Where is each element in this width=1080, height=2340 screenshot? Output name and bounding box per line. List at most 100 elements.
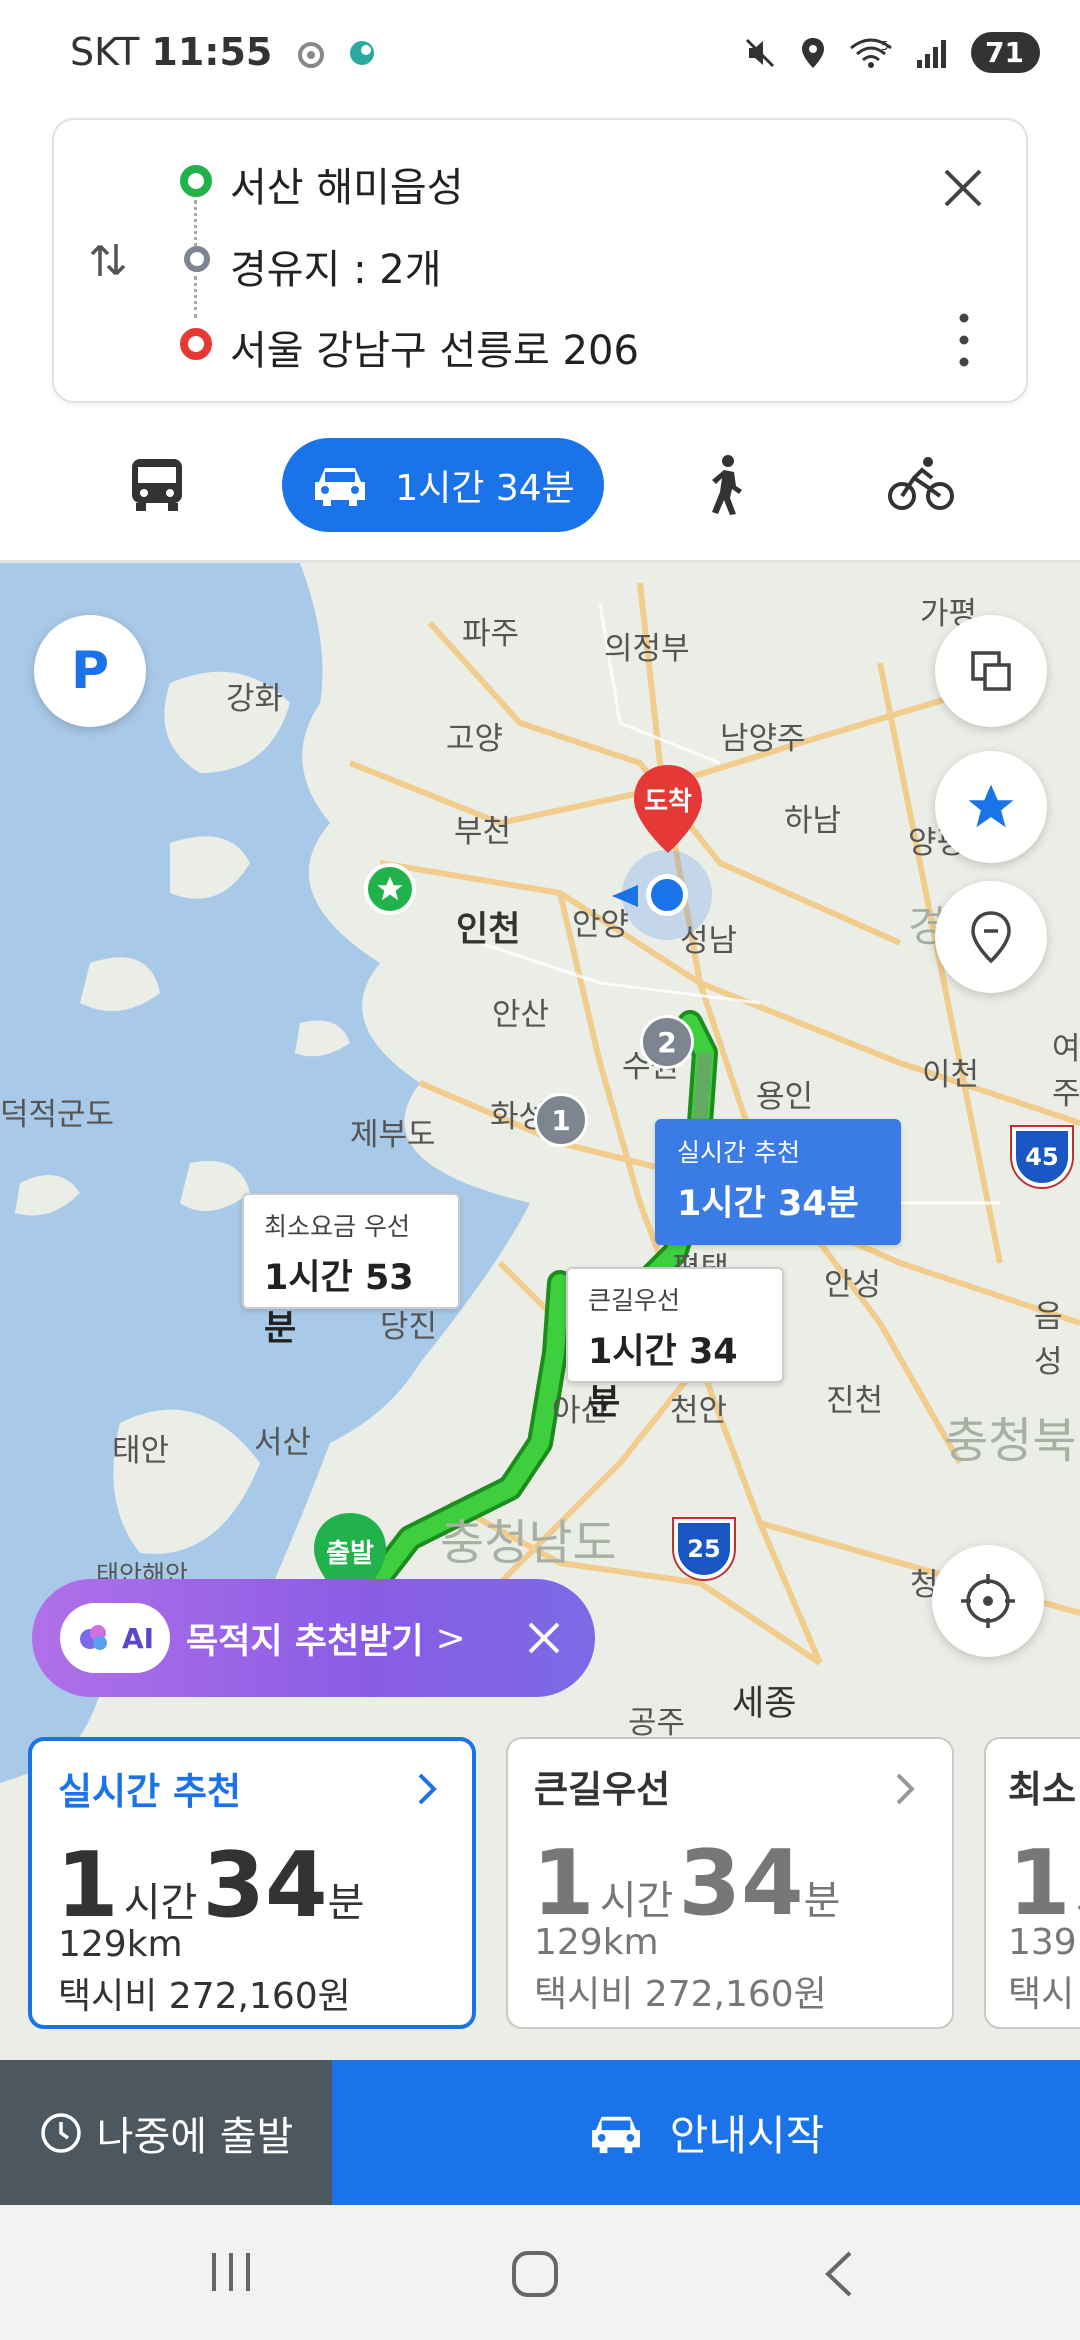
parking-button[interactable]: P <box>34 615 146 727</box>
waypoint-marker-1[interactable]: 1 <box>534 1093 588 1147</box>
chevron-right-icon: > <box>435 1617 466 1659</box>
route-input-card: 서산 해미읍성 경유지 : 2개 서울 강남구 선릉로 206 <box>52 118 1028 403</box>
star-icon <box>377 876 403 901</box>
region-label: 충청남도 <box>440 1515 617 1571</box>
route-card-cheapest[interactable]: 최소 1 시 139k 택시 <box>984 1737 1080 2029</box>
back-icon[interactable] <box>820 2249 856 2299</box>
route-connector-2 <box>194 276 197 318</box>
place-label: 여주 <box>1052 1031 1080 1112</box>
route-bubble-time: 1시간 53분 <box>264 1258 414 1349</box>
route-bubble-label: 큰길우선 <box>588 1286 681 1315</box>
place-label: 덕적군도 <box>0 1097 115 1133</box>
parking-label: P <box>70 641 110 701</box>
origin-field[interactable]: 서산 해미읍성 <box>230 155 464 213</box>
place-label: 서산 <box>254 1425 312 1461</box>
location-pin-icon <box>971 911 1011 964</box>
settings-status-icon <box>298 41 325 68</box>
chevron-right-icon <box>418 1773 437 1805</box>
route-card-duration: 1 시 <box>1008 1831 1080 1936</box>
waypoint-marker-2[interactable]: 2 <box>640 1015 694 1069</box>
layers-icon <box>971 651 1011 691</box>
carrier: SKT <box>70 30 140 74</box>
home-icon[interactable] <box>510 2249 560 2299</box>
route-card-distance: 139k <box>1008 1922 1080 1963</box>
highway-shield: 45 <box>1012 1127 1072 1187</box>
route-bubble-highway[interactable]: 큰길우선 1시간 34분 <box>566 1267 784 1423</box>
depart-later-button[interactable]: 나중에 출발 <box>0 2060 332 2205</box>
recent-apps-icon[interactable] <box>208 2249 254 2295</box>
status-left: SKT 11:55 <box>70 30 379 74</box>
bus-icon[interactable] <box>128 455 186 515</box>
route-bubble-label: 최소요금 우선 <box>264 1212 410 1241</box>
signal-icon <box>917 39 947 68</box>
chat-status-icon <box>349 40 374 65</box>
place-label: 이천 <box>922 1057 980 1093</box>
route-card-title: 큰길우선 <box>534 1768 671 1811</box>
saved-places-button[interactable] <box>935 881 1047 993</box>
layers-button[interactable] <box>935 615 1047 727</box>
place-label: 부천 <box>454 814 512 850</box>
route-card-duration: 1 시간 34분 <box>532 1831 841 1936</box>
route-card-title: 실시간 추천 <box>58 1770 242 1813</box>
depart-later-label: 나중에 출발 <box>96 2113 294 2160</box>
route-bubble-label: 실시간 추천 <box>677 1138 800 1167</box>
place-label: 인천 <box>456 910 521 950</box>
departure-label: 출발 <box>326 1539 374 1569</box>
star-icon <box>968 784 1014 828</box>
route-card-fare: 택시 <box>1008 1974 1075 2015</box>
region-label: 충청북 <box>944 1413 1077 1469</box>
start-navigation-button[interactable]: 안내시작 <box>332 2060 1080 2205</box>
route-bubble-time: 1시간 34분 <box>588 1332 738 1423</box>
status-right: 5 71 <box>743 32 1040 73</box>
place-label: 안성 <box>824 1267 882 1303</box>
route-card-title: 최소 <box>1008 1768 1077 1811</box>
close-icon[interactable] <box>940 165 986 211</box>
place-label: 하남 <box>784 803 842 839</box>
battery-indicator: 71 <box>971 32 1040 73</box>
bottom-action-bar: 나중에 출발 안내시작 <box>0 2060 1080 2205</box>
ai-recommend-text: 목적지 추천받기 <box>186 1621 424 1662</box>
network-type: 5 <box>881 39 889 53</box>
close-icon[interactable] <box>526 1620 562 1656</box>
place-label: 안산 <box>492 997 550 1033</box>
route-bubble-realtime[interactable]: 실시간 추천 1시간 34분 <box>655 1119 901 1245</box>
route-card-fare: 택시비 272,160원 <box>534 1974 827 2015</box>
wifi-icon: 5 <box>850 38 892 68</box>
place-label: 제부도 <box>350 1117 436 1153</box>
waypoints-field[interactable]: 경유지 : 2개 <box>230 237 442 295</box>
favorite-place-marker[interactable] <box>364 863 416 915</box>
my-location-button[interactable] <box>932 1545 1044 1657</box>
route-card-distance: 129km <box>58 1924 183 1965</box>
walk-icon[interactable] <box>706 454 746 516</box>
route-card-highway[interactable]: 큰길우선 1 시간 34분 129km 택시비 272,160원 <box>506 1737 954 2029</box>
swap-icon[interactable] <box>86 238 130 282</box>
more-options-icon[interactable] <box>954 310 974 370</box>
place-label: 진천 <box>826 1383 884 1419</box>
ai-recommend-banner[interactable]: AI 목적지 추천받기 > <box>32 1579 595 1697</box>
place-label: 남양주 <box>720 721 806 757</box>
favorites-button[interactable] <box>935 751 1047 863</box>
route-card-duration: 1 시간 34분 <box>56 1833 365 1938</box>
origin-dot <box>180 165 212 197</box>
place-label: 의정부 <box>604 631 690 667</box>
destination-field[interactable]: 서울 강남구 선릉로 206 <box>230 318 639 376</box>
place-label: 용인 <box>756 1079 814 1115</box>
transport-mode-bar: 1시간 34분 <box>0 420 1080 550</box>
place-label: 공주 <box>628 1705 686 1741</box>
place-label: 강화 <box>226 681 284 717</box>
waypoint-dot <box>184 246 210 272</box>
place-label: 음성 <box>1034 1299 1063 1380</box>
bike-icon[interactable] <box>888 456 954 512</box>
route-card-distance: 129km <box>534 1922 659 1963</box>
car-mode-time: 1시간 34분 <box>395 468 575 509</box>
status-bar: SKT 11:55 5 71 <box>0 0 1080 115</box>
place-label: 태안 <box>112 1433 170 1469</box>
route-card-realtime[interactable]: 실시간 추천 1 시간 34분 129km 택시비 272,160원 <box>28 1737 476 2029</box>
chevron-right-icon <box>896 1773 915 1805</box>
car-mode-button[interactable]: 1시간 34분 <box>282 438 604 532</box>
place-label: 파주 <box>462 616 520 652</box>
place-label: 세종 <box>732 1684 797 1724</box>
place-label: 고양 <box>446 721 504 757</box>
route-bubble-cheapest[interactable]: 최소요금 우선 1시간 53분 <box>242 1193 460 1349</box>
clock-icon <box>40 2112 81 2153</box>
